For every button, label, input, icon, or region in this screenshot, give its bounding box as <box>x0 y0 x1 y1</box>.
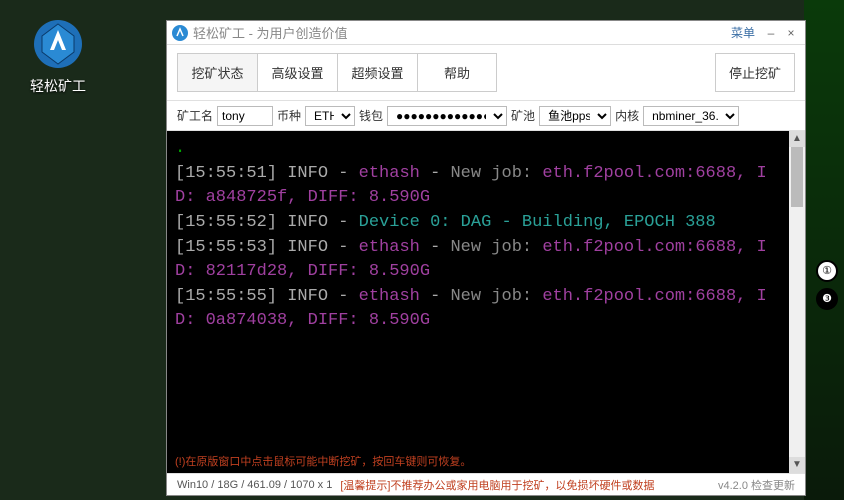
pool-select[interactable]: 鱼池pps+ <box>539 106 611 126</box>
console-line: [15:55:55] INFO - ethash - New job: eth.… <box>175 285 781 334</box>
wallet-label: 钱包 <box>359 107 383 124</box>
window-title: 轻松矿工 - 为用户创造价值 <box>193 23 725 42</box>
tab-mining-status[interactable]: 挖矿状态 <box>177 53 257 92</box>
status-system-info: Win10 / 18G / 461.09 / 1070 x 1 <box>177 479 332 491</box>
miner-name-input[interactable] <box>217 106 273 126</box>
console-line: [15:55:53] INFO - ethash - New job: eth.… <box>175 236 781 285</box>
console-output: .[15:55:51] INFO - ethash - New job: eth… <box>167 131 789 473</box>
side-icon-1[interactable]: ① <box>816 260 838 282</box>
background-gradient <box>804 0 844 500</box>
main-window: 轻松矿工 - 为用户创造价值 菜单 – × 挖矿状态 高级设置 超频设置 帮助 … <box>166 20 806 496</box>
scroll-track[interactable] <box>789 147 805 457</box>
console-footnote: (!)在原版窗口中点击鼠标可能中断挖矿，按回车键则可恢复。 <box>175 453 471 469</box>
config-row: 矿工名 币种 ETH 钱包 ●●●●●●●●●●●●● 矿池 鱼池pps+ 内核… <box>167 101 805 131</box>
side-icon-3[interactable]: ❸ <box>816 288 838 310</box>
menu-button[interactable]: 菜单 <box>725 24 761 41</box>
tab-help[interactable]: 帮助 <box>417 53 497 92</box>
console-area: .[15:55:51] INFO - ethash - New job: eth… <box>167 131 805 473</box>
kernel-label: 内核 <box>615 107 639 124</box>
side-floating-icons: ① ❸ <box>816 260 838 310</box>
status-warning: [温馨提示]不推荐办公或家用电脑用于挖矿，以免损坏硬件或数据 <box>340 477 654 493</box>
toolbar: 挖矿状态 高级设置 超频设置 帮助 停止挖矿 <box>167 45 805 101</box>
miner-name-label: 矿工名 <box>177 107 213 124</box>
wallet-select[interactable]: ●●●●●●●●●●●●● <box>387 106 507 126</box>
pool-label: 矿池 <box>511 107 535 124</box>
scroll-up-arrow[interactable]: ▲ <box>789 131 805 147</box>
tab-overclock-settings[interactable]: 超频设置 <box>337 53 417 92</box>
kernel-select[interactable]: nbminer_36.0 <box>643 106 739 126</box>
console-scrollbar[interactable]: ▲ ▼ <box>789 131 805 473</box>
statusbar: Win10 / 18G / 461.09 / 1070 x 1 [温馨提示]不推… <box>167 473 805 495</box>
desktop-shortcut-label: 轻松矿工 <box>12 76 104 96</box>
desktop-shortcut[interactable]: 轻松矿工 <box>12 16 104 96</box>
stop-mining-button[interactable]: 停止挖矿 <box>715 53 795 92</box>
status-version[interactable]: v4.2.0 检查更新 <box>718 477 795 493</box>
console-line: [15:55:51] INFO - ethash - New job: eth.… <box>175 162 781 211</box>
close-button[interactable]: × <box>781 26 801 40</box>
tab-advanced-settings[interactable]: 高级设置 <box>257 53 337 92</box>
titlebar-icon <box>171 24 189 42</box>
app-icon <box>30 16 86 72</box>
scroll-down-arrow[interactable]: ▼ <box>789 457 805 473</box>
coin-label: 币种 <box>277 107 301 124</box>
titlebar[interactable]: 轻松矿工 - 为用户创造价值 菜单 – × <box>167 21 805 45</box>
coin-select[interactable]: ETH <box>305 106 355 126</box>
minimize-button[interactable]: – <box>761 26 781 40</box>
console-line: [15:55:52] INFO - Device 0: DAG - Buildi… <box>175 211 781 236</box>
scroll-thumb[interactable] <box>791 147 803 207</box>
